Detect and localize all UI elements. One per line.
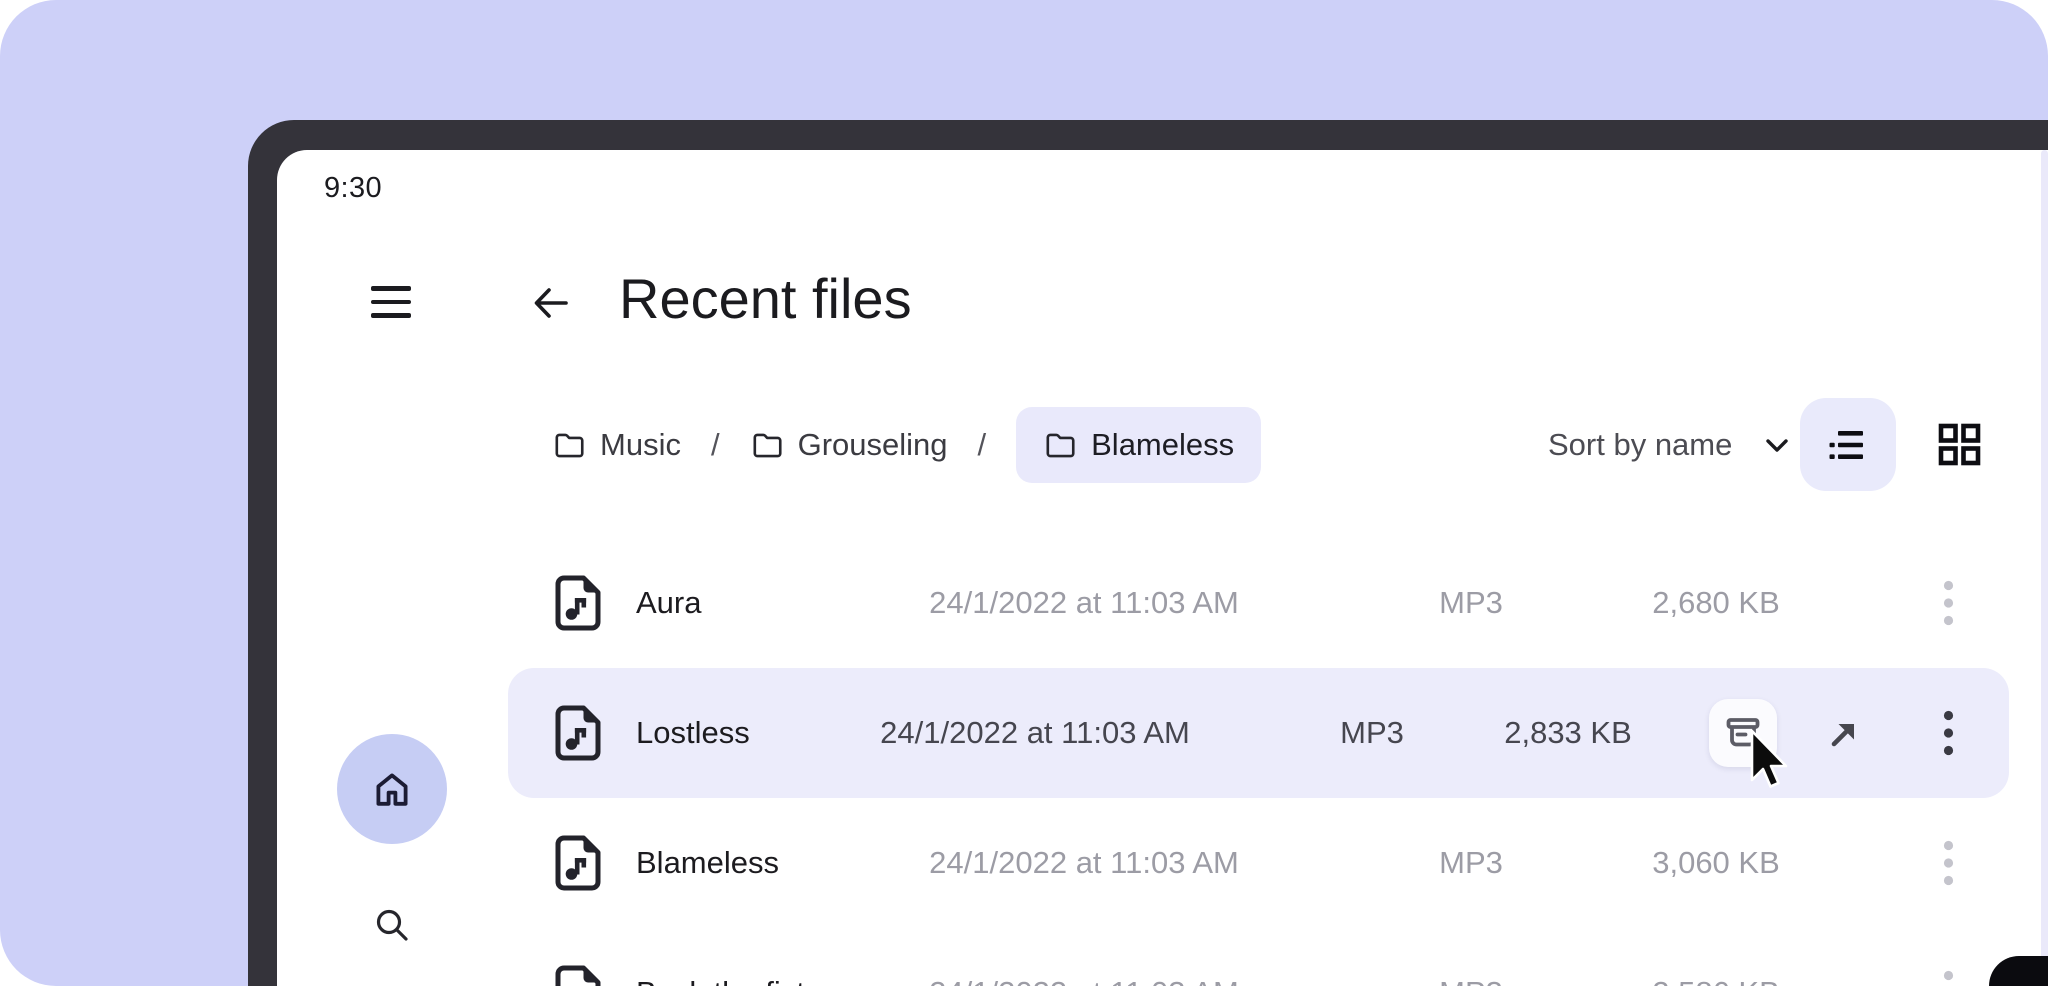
nav-rail-home-active[interactable] [337,734,447,844]
grid-view-icon [1936,421,1983,468]
file-list: Aura 24/1/2022 at 11:03 AM MP3 2,680 KB … [508,538,2009,986]
open-arrow-icon [1827,717,1861,751]
file-date: 24/1/2022 at 11:03 AM [880,668,1190,798]
more-vert-icon[interactable] [1922,928,1974,986]
audio-file-icon [555,928,601,986]
screenshot-canvas: 9:30 Recent files Music / Grouseling [0,0,2048,986]
breadcrumb-item-grouseling[interactable]: Grouseling [750,427,948,463]
file-date: 24/1/2022 at 11:03 AM [929,798,1239,928]
list-view-toggle[interactable] [1800,398,1896,491]
breadcrumb-separator: / [978,427,987,463]
breadcrumb-separator: / [711,427,720,463]
file-date: 24/1/2022 at 11:03 AM [929,928,1239,986]
sort-label: Sort by name [1548,427,1732,463]
folder-icon [750,429,783,462]
file-name: Back the fist [636,928,805,986]
status-bar-time: 9:30 [324,172,382,205]
breadcrumb-label: Blameless [1091,427,1234,463]
file-type: MP3 [1439,928,1503,986]
more-vert-icon[interactable] [1922,668,1974,798]
file-name: Aura [636,538,701,668]
page-title: Recent files [619,266,912,331]
breadcrumb-item-music[interactable]: Music [552,427,681,463]
audio-file-icon [555,538,601,668]
file-row-blameless[interactable]: Blameless 24/1/2022 at 11:03 AM MP3 3,06… [508,798,2009,928]
file-name: Blameless [636,798,779,928]
file-name: Lostless [636,668,750,798]
sort-dropdown[interactable]: Sort by name [1548,407,1792,483]
more-vert-icon[interactable] [1922,538,1974,668]
menu-icon[interactable] [371,286,411,318]
breadcrumb: Music / Grouseling / Blameless [552,407,1261,483]
nav-rail-search[interactable] [368,901,416,949]
back-arrow-icon[interactable] [527,280,573,326]
breadcrumb-item-blameless-active[interactable]: Blameless [1016,407,1261,483]
tablet-frame: 9:30 Recent files Music / Grouseling [248,120,2048,986]
folder-icon [552,429,585,462]
scrollbar[interactable] [2041,150,2048,986]
grid-view-toggle[interactable] [1927,412,1991,476]
audio-file-icon [555,798,601,928]
audio-file-icon [555,668,601,798]
file-size: 2,680 KB [1652,538,1780,668]
file-type: MP3 [1340,668,1404,798]
file-row-lostless-selected[interactable]: Lostless 24/1/2022 at 11:03 AM MP3 2,833… [508,668,2009,798]
search-icon [371,904,413,946]
file-type: MP3 [1439,798,1503,928]
home-icon [368,765,416,813]
more-vert-icon[interactable] [1922,798,1974,928]
file-row-partial[interactable]: Back the fist 24/1/2022 at 11:03 AM MP3 … [508,928,2009,986]
archive-button[interactable] [1709,699,1777,767]
file-size: 2,833 KB [1504,668,1632,798]
file-row-aura[interactable]: Aura 24/1/2022 at 11:03 AM MP3 2,680 KB [508,538,2009,668]
file-type: MP3 [1439,538,1503,668]
breadcrumb-label: Grouseling [798,427,948,463]
breadcrumb-label: Music [600,427,681,463]
file-size: 3,060 KB [1652,798,1780,928]
file-date: 24/1/2022 at 11:03 AM [929,538,1239,668]
chevron-down-icon [1762,430,1792,460]
archive-icon [1724,714,1762,752]
open-file-button[interactable] [1820,710,1868,758]
list-view-icon [1826,423,1870,467]
folder-icon [1043,429,1076,462]
app-screen: 9:30 Recent files Music / Grouseling [277,150,2048,986]
file-size: 2,586 KB [1652,928,1780,986]
